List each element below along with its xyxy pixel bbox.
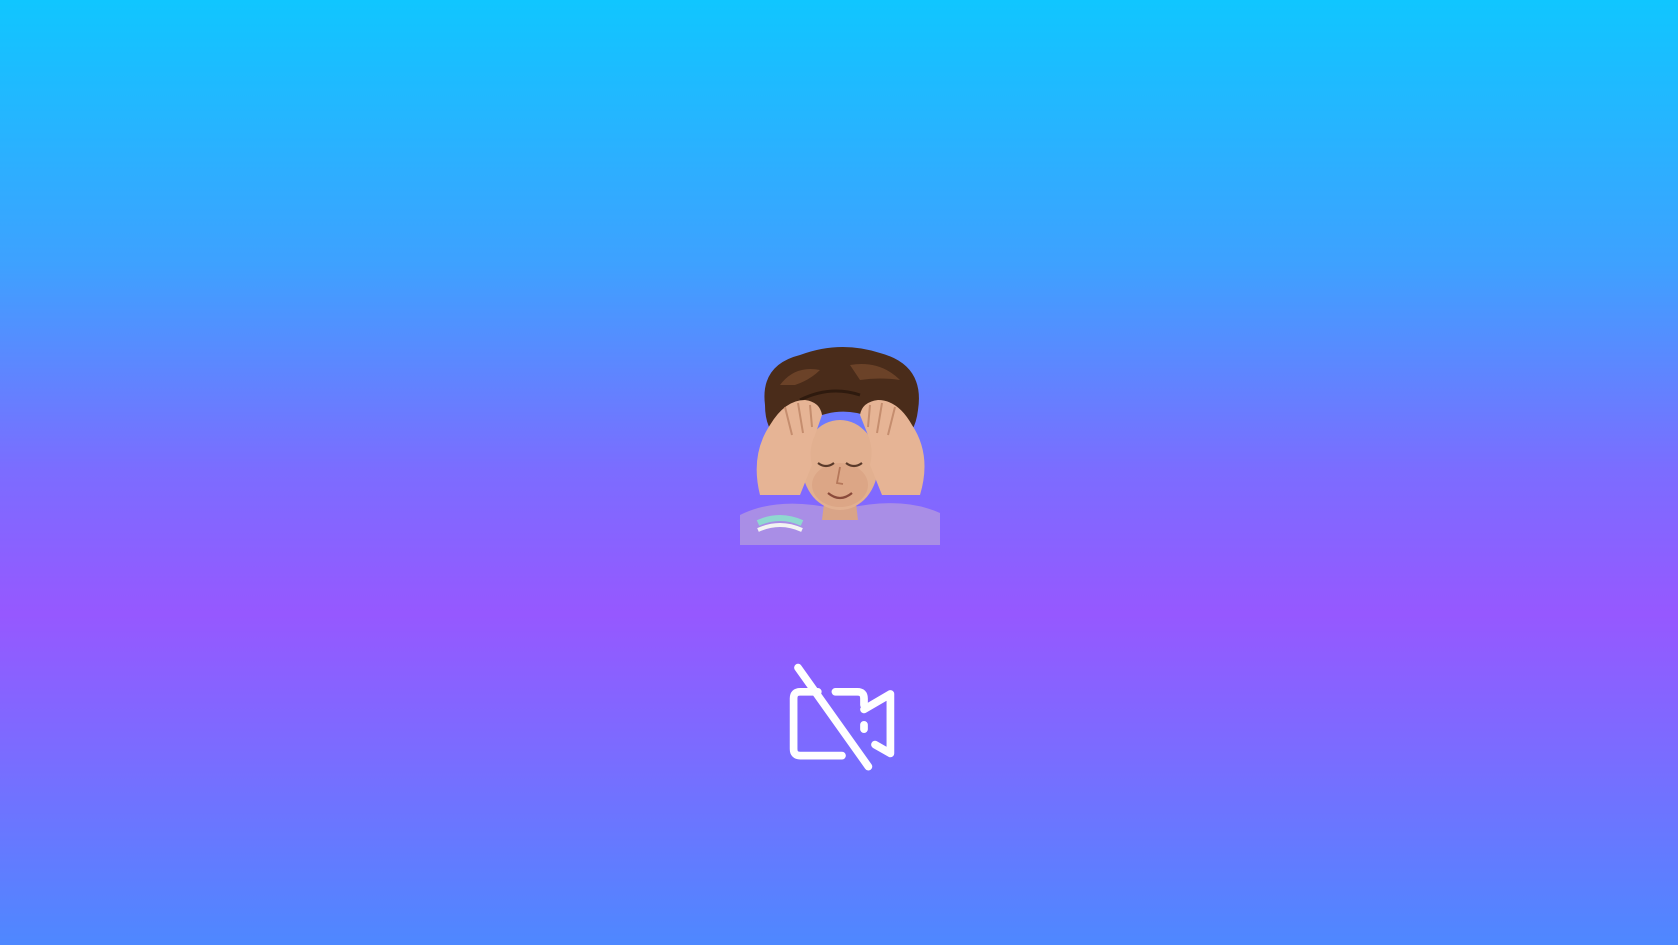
person-facepalm-icon xyxy=(740,346,940,545)
video-call-tile: off xyxy=(0,0,1678,945)
video-off-icon xyxy=(789,663,895,771)
camera-off-button[interactable]: off xyxy=(787,661,897,771)
camera-state: off xyxy=(787,771,788,772)
participant-avatar-sticker xyxy=(740,345,940,545)
